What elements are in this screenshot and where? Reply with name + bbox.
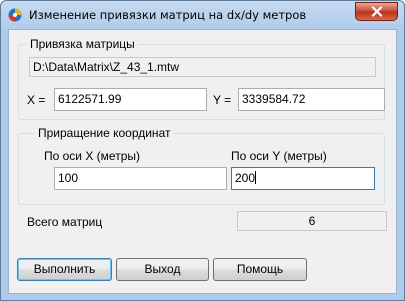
dialog-client-area: Привязка матрицы D:\Data\Matrix\Z_43_1.m… <box>8 29 397 294</box>
binding-groupbox: Привязка матрицы D:\Data\Matrix\Z_43_1.m… <box>18 37 385 120</box>
title-bar[interactable]: Изменение привязки матриц на dx/dy метро… <box>1 1 404 29</box>
close-button[interactable] <box>355 2 398 21</box>
increment-group-title: Приращение координат <box>35 126 174 140</box>
x-coordinate-input[interactable]: 6122571.99 <box>54 88 207 111</box>
execute-button[interactable]: Выполнить <box>17 258 112 281</box>
window-title: Изменение привязки матриц на dx/dy метро… <box>29 8 307 22</box>
matrix-path-field: D:\Data\Matrix\Z_43_1.mtw <box>29 57 376 77</box>
exit-button[interactable]: Выход <box>116 258 209 281</box>
help-button[interactable]: Помощь <box>213 258 307 281</box>
close-icon <box>371 6 382 17</box>
binding-group-title: Привязка матрицы <box>27 37 138 51</box>
y-coordinate-input[interactable]: 3339584.72 <box>238 88 385 111</box>
dialog-window: Изменение привязки матриц на dx/dy метро… <box>0 0 405 301</box>
x-axis-increment-input[interactable]: 100 <box>54 167 227 190</box>
increment-groupbox: Приращение координат По оси X (метры) 10… <box>18 126 385 205</box>
app-icon <box>8 8 22 22</box>
y-coordinate-label: Y = <box>213 93 232 107</box>
x-coordinate-label: X = <box>27 93 46 107</box>
y-axis-increment-input[interactable]: 200 <box>231 167 375 190</box>
total-matrices-label: Всего матриц <box>27 215 103 229</box>
y-axis-label: По оси Y (метры) <box>231 149 327 163</box>
x-axis-label: По оси X (метры) <box>44 149 140 163</box>
y-axis-increment-value: 200 <box>235 171 256 185</box>
text-caret <box>255 171 257 184</box>
total-matrices-value: 6 <box>237 211 387 231</box>
